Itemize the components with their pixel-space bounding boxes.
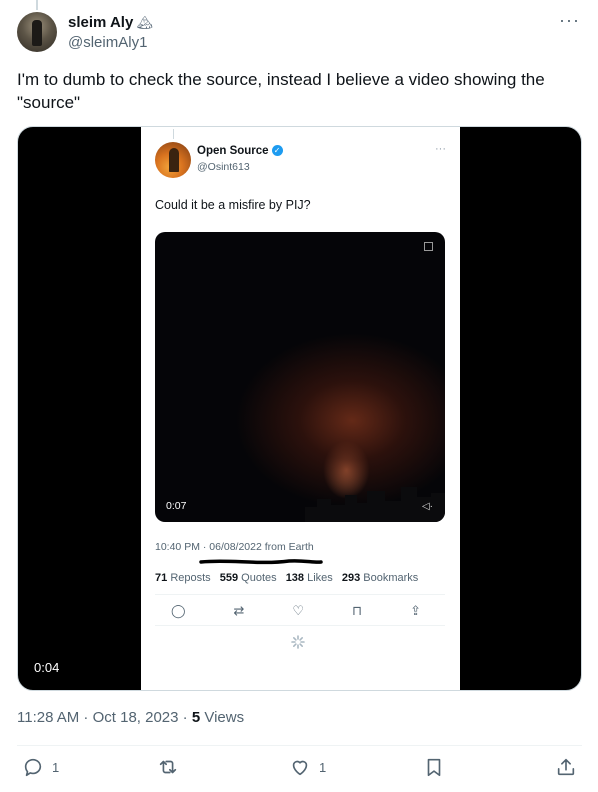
embedded-volume-icon: ◁· <box>421 501 433 512</box>
embedded-divider <box>155 594 445 595</box>
skyline-silhouette <box>305 487 445 522</box>
underline-scribble <box>199 559 323 565</box>
embedded-like-icon: ♡ <box>292 603 305 618</box>
embedded-video-time: 0:07 <box>166 500 187 512</box>
embedded-avatar <box>155 142 191 178</box>
like-count: 1 <box>319 759 327 775</box>
embedded-stats: 71 Reposts 559 Quotes 138 Likes 293 Book… <box>155 572 424 584</box>
tweet-text: I'm to dumb to check the source, instead… <box>17 70 545 112</box>
media-video[interactable]: Open Source ✓ @Osint613 ··· Could it be a… <box>17 126 582 691</box>
bookmark-icon <box>427 758 441 777</box>
embedded-author-handle: @Osint613 <box>197 161 250 173</box>
reply-button[interactable]: 1 <box>22 756 59 778</box>
embedded-share-icon: ⇪ <box>410 603 421 618</box>
loading-spinner-icon <box>291 635 305 649</box>
more-options-icon[interactable]: ··· <box>559 10 580 31</box>
share-button[interactable] <box>555 756 577 778</box>
video-duration: 0:04 <box>34 660 60 675</box>
embedded-repost-icon: ⇄ <box>233 603 245 618</box>
divider <box>17 745 582 746</box>
embedded-meta: 10:40 PM · 06/08/2022 from Earth <box>155 541 314 553</box>
author-handle[interactable]: @sleimAly1 <box>68 34 147 51</box>
views-count: 5 <box>191 709 201 726</box>
repost-button[interactable] <box>157 756 179 778</box>
tweet-timestamp[interactable]: 11:28 AM · Oct 18, 2023 · 5 Views <box>17 709 244 726</box>
action-bar: 1 1 <box>17 756 582 784</box>
embedded-tweet-text: Could it be a misfire by PIJ? <box>155 198 311 212</box>
embedded-stat-quotes: 559 Quotes <box>219 572 277 584</box>
verified-badge-icon: ✓ <box>271 145 283 157</box>
reply-icon <box>24 758 42 777</box>
embedded-stat-likes: 138 Likes <box>285 572 333 584</box>
embedded-reply-icon: ◯ <box>171 603 186 618</box>
thread-line <box>36 0 38 10</box>
embedded-screenshot: Open Source ✓ @Osint613 ··· Could it be a… <box>141 127 460 690</box>
like-button[interactable]: 1 <box>289 756 326 778</box>
author-name[interactable]: sleim Aly <box>68 13 133 33</box>
share-icon <box>557 758 575 776</box>
bookmark-button[interactable] <box>423 756 445 778</box>
heart-icon <box>292 760 308 776</box>
embedded-actions: ◯ ⇄ ♡ ⊓ ⇪ <box>171 603 421 619</box>
embedded-stat-reposts: 71 Reposts <box>155 572 211 584</box>
reply-count: 1 <box>52 759 60 775</box>
avatar[interactable] <box>17 12 57 52</box>
embedded-author-name: Open Source ✓ <box>197 145 283 157</box>
embedded-stat-bookmarks: 293 Bookmarks <box>341 572 419 584</box>
mountain-emoji-icon: 🏔 <box>136 15 153 30</box>
embedded-video-settings-icon <box>424 242 433 251</box>
author-info: sleim Aly 🏔 <box>68 13 153 33</box>
repost-icon <box>159 760 177 774</box>
embedded-bookmark-icon: ⊓ <box>351 603 363 618</box>
embedded-divider-bottom <box>155 625 445 626</box>
embedded-thread-line <box>173 129 174 139</box>
embedded-video: 0:07 ◁· <box>155 232 445 522</box>
embedded-more-icon: ··· <box>435 143 446 155</box>
